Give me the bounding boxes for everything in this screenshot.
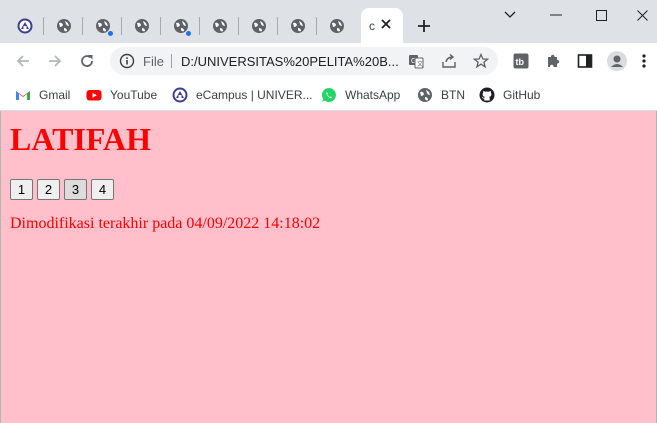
page-viewport: LATIFAH 1 2 3 4 Dimodifikasi terakhir pa… [0,111,657,423]
bookmark-btn[interactable]: BTN [417,85,465,105]
tab-separator [160,17,161,35]
scheme-label: File [143,54,164,69]
tab-separator [199,17,200,35]
extension-button[interactable]: tb [509,49,533,73]
maximize-button[interactable] [586,4,616,26]
active-tab-title: c [369,18,375,33]
github-icon [479,87,495,103]
maximize-icon [595,9,607,21]
button-1[interactable]: 1 [10,179,33,200]
extension-tb-icon: tb [513,53,529,69]
globe-icon [252,18,266,33]
globe-icon [135,18,149,33]
svg-text:文: 文 [417,60,423,68]
button-group: 1 2 3 4 [10,179,114,200]
browser-tab[interactable] [162,8,200,43]
university-icon [172,87,188,103]
back-button[interactable] [11,49,35,73]
translate-icon: G 文 [409,55,424,69]
star-icon [473,53,489,69]
browser-tab[interactable] [6,8,44,43]
whatsapp-icon [321,87,336,102]
bookmark-label: YouTube [110,88,158,102]
bookmarks-bar: Gmail YouTube eCampus | UNIVER... WhatsA… [0,79,657,111]
plus-icon [418,20,430,32]
close-window-button[interactable] [627,4,657,26]
tab-separator [277,17,278,35]
minimize-icon [550,14,562,16]
profile-button[interactable] [605,49,629,73]
extensions-menu-button[interactable] [541,49,565,73]
tab-separator [43,17,44,35]
chevron-down-icon [504,11,516,18]
svg-text:tb: tb [516,57,525,67]
tab-separator [238,17,239,35]
button-3[interactable]: 3 [64,179,87,200]
share-button[interactable] [440,52,458,70]
browser-tab[interactable] [84,8,122,43]
reload-button[interactable] [75,49,99,73]
globe-icon [418,88,432,102]
puzzle-icon [548,54,560,67]
info-icon[interactable] [119,53,135,69]
avatar-icon [607,51,627,71]
notification-dot [185,29,192,37]
bookmark-ecampus[interactable]: eCampus | UNIVER... [172,85,312,105]
browser-tab[interactable] [201,8,239,43]
notification-dot [107,29,114,37]
close-icon [381,19,391,29]
bookmark-github[interactable]: GitHub [479,85,540,105]
side-panel-button[interactable] [573,49,597,73]
globe-icon [291,18,305,33]
browser-tab[interactable] [45,8,83,43]
bookmark-gmail[interactable]: Gmail [15,85,70,105]
url-text[interactable]: D:/UNIVERSITAS%20PELITA%20B... [181,54,406,69]
arrow-right-icon [49,55,62,67]
last-modified-text: Dimodifikasi terakhir pada 04/09/2022 14… [10,215,321,232]
minimize-button[interactable] [541,4,571,26]
bookmark-label: WhatsApp [345,88,401,102]
new-tab-button[interactable] [414,16,434,36]
globe-icon [330,18,344,33]
forward-button[interactable] [43,49,67,73]
translate-button[interactable]: G 文 [407,52,425,70]
bookmark-whatsapp[interactable]: WhatsApp [321,85,400,105]
address-bar[interactable]: File D:/UNIVERSITAS%20PELITA%20B... G 文 [110,47,498,75]
bookmark-youtube[interactable]: YouTube [86,85,157,105]
bookmark-label: BTN [441,88,465,102]
tab-separator [121,17,122,35]
globe-icon [213,18,227,33]
bookmark-label: GitHub [503,88,541,102]
tab-separator [316,17,317,35]
youtube-icon [86,90,102,101]
browser-tab[interactable] [318,8,356,43]
tab-separator [82,17,83,35]
kebab-menu-icon [642,54,646,68]
close-tab-button[interactable] [378,16,394,32]
university-icon [17,18,33,33]
tab-favicon-wrap [95,18,114,37]
close-icon [636,9,648,21]
gmail-icon [16,91,30,100]
share-icon [442,53,456,68]
tab-search-button[interactable] [495,4,525,26]
button-4[interactable]: 4 [91,179,114,200]
globe-icon [57,18,71,33]
browser-toolbar: File D:/UNIVERSITAS%20PELITA%20B... G 文 [0,43,657,79]
menu-button[interactable] [635,49,653,73]
side-panel-icon [577,54,593,68]
browser-tab[interactable] [240,8,278,43]
browser-tab[interactable] [279,8,317,43]
bookmark-star-button[interactable] [472,52,490,70]
reload-icon [81,55,93,67]
bookmark-label: eCampus | UNIVER... [196,88,313,102]
bookmark-label: Gmail [39,88,71,102]
button-2[interactable]: 2 [37,179,60,200]
browser-tab[interactable] [123,8,161,43]
arrow-left-icon [16,55,29,67]
tab-strip: c [0,0,657,43]
tab-favicon-wrap [173,18,192,37]
address-divider [171,54,172,68]
page-title: LATIFAH [10,121,152,157]
